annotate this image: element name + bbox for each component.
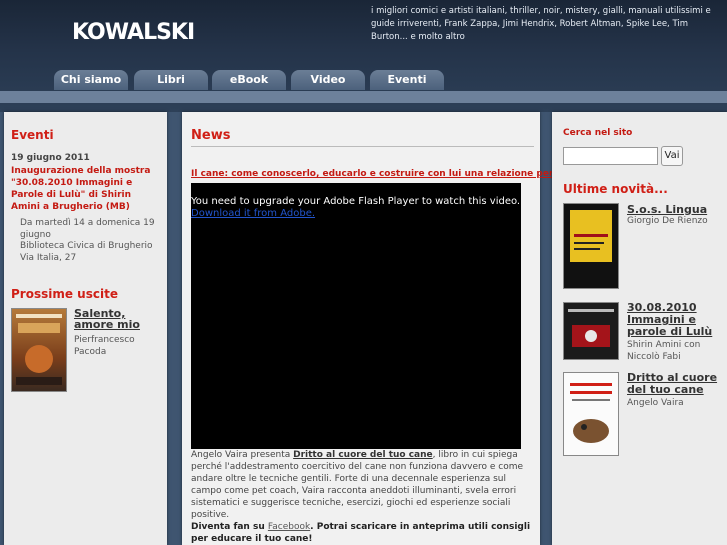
upcoming-book-cover[interactable]: [11, 308, 67, 392]
news-title: News: [191, 128, 231, 143]
search-button[interactable]: Vai: [661, 146, 683, 166]
upcoming-book-title-link[interactable]: Salento, amore mio: [74, 308, 156, 330]
tab-chi-siamo[interactable]: Chi siamo: [54, 70, 128, 90]
book-cover-image: [568, 309, 614, 347]
article-intro: Angelo Vaira presenta: [191, 450, 294, 460]
nav-stripe: [0, 91, 727, 103]
facebook-link[interactable]: Facebook: [268, 522, 310, 532]
event-address: Via Italia, 27: [20, 253, 77, 263]
site-tagline: i migliori comici e artisti italiani, th…: [371, 6, 711, 42]
book-cover-image: [16, 314, 62, 385]
tab-video[interactable]: Video: [291, 70, 365, 90]
article-title-link[interactable]: Il cane: come conoscerlo, educarlo e cos…: [191, 169, 578, 179]
tab-libri[interactable]: Libri: [134, 70, 208, 90]
latest-title: Ultime novità...: [563, 182, 668, 196]
book-2-author: Shirin Amini con Niccolò Fabi: [627, 340, 701, 362]
search-title: Cerca nel sito: [563, 128, 633, 138]
book-3-title-link[interactable]: Dritto al cuore del tuo cane: [627, 372, 723, 396]
book-1-author: Giorgio De Rienzo: [627, 216, 708, 226]
book-3-cover[interactable]: [563, 372, 619, 456]
left-sidebar: Eventi 19 giugno 2011 Inaugurazione dell…: [4, 112, 167, 545]
event-when: Da martedì 14 a domenica 19 giugno: [20, 218, 155, 240]
article-body: Angelo Vaira presenta Dritto al cuore de…: [191, 449, 534, 545]
events-title: Eventi: [11, 128, 54, 142]
book-2-title-link[interactable]: 30.08.2010 Immagini e parole di Lulù: [627, 302, 723, 338]
tab-eventi[interactable]: Eventi: [370, 70, 444, 90]
upcoming-book-author: Pierfrancesco Pacoda: [74, 335, 135, 357]
flash-download-link[interactable]: Download it from Adobe.: [191, 208, 315, 219]
event-date: 19 giugno 2011: [11, 153, 90, 163]
tab-ebook[interactable]: eBook: [212, 70, 286, 90]
upcoming-title: Prossime uscite: [11, 287, 118, 301]
video-player[interactable]: You need to upgrade your Adobe Flash Pla…: [191, 183, 521, 449]
book-2-cover[interactable]: [563, 302, 619, 360]
flash-upgrade-message: You need to upgrade your Adobe Flash Pla…: [191, 196, 521, 207]
book-3-author: Angelo Vaira: [627, 398, 684, 408]
book-1-cover[interactable]: [563, 203, 619, 289]
main-content: News Il cane: come conoscerlo, educarlo …: [182, 112, 578, 545]
book-cover-image: [570, 210, 612, 262]
right-sidebar: Cerca nel sito Vai Ultime novità... S.o.…: [552, 112, 727, 545]
event-title-link[interactable]: Inaugurazione della mostra "30.08.2010 I…: [11, 165, 159, 213]
search-input[interactable]: [563, 147, 658, 165]
article-book-link[interactable]: Dritto al cuore del tuo cane: [293, 450, 433, 460]
site-logo[interactable]: KOWALSKI: [72, 20, 195, 45]
event-place: Biblioteca Civica di Brugherio: [20, 241, 153, 251]
article-text: , libro in cui spiega perché l'addestram…: [191, 450, 524, 520]
book-cover-image: [570, 383, 612, 443]
news-divider: [191, 146, 534, 147]
book-1-title-link[interactable]: S.o.s. Lingua: [627, 203, 707, 216]
fan-prefix: Diventa fan su: [191, 522, 268, 532]
